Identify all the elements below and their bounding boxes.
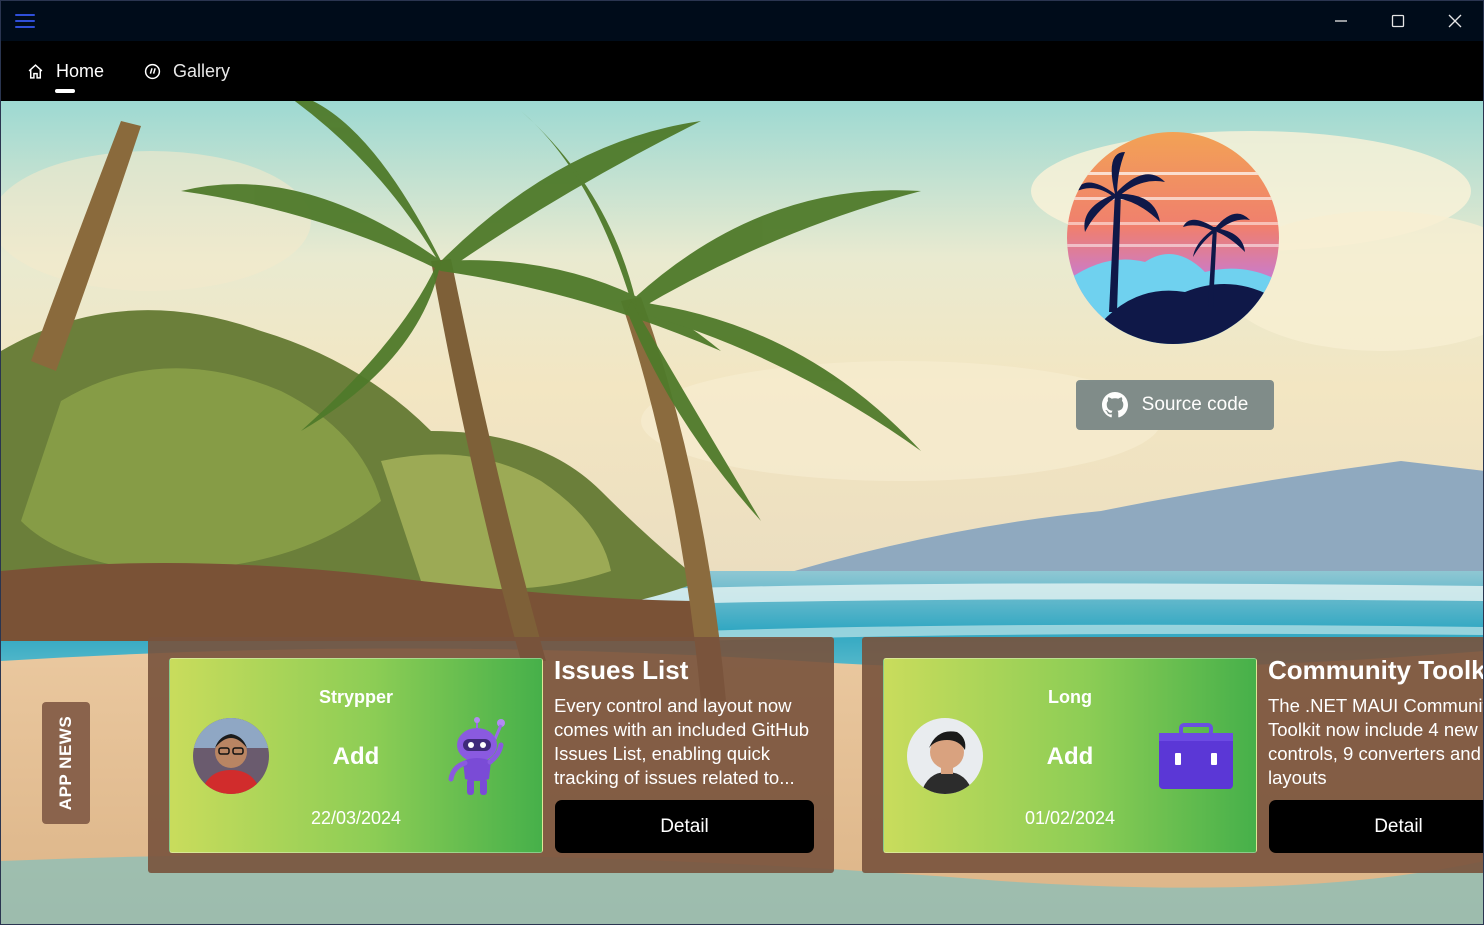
toolbox-icon: [1159, 723, 1233, 789]
app-news-label: APP NEWS: [56, 715, 75, 811]
close-icon: [1448, 14, 1461, 28]
detail-button[interactable]: Detail: [555, 800, 814, 853]
title-bar: [1, 1, 1483, 41]
gallery-icon: [144, 63, 161, 79]
card-author: Strypper: [318, 687, 394, 707]
nav-selected-indicator: [55, 89, 75, 93]
detail-button[interactable]: Detail: [1269, 800, 1483, 853]
minimize-icon: [1334, 20, 1347, 22]
window-controls: [1312, 1, 1483, 41]
news-card-summary: Long Add 01/02/2024: [883, 658, 1257, 853]
nav-item-label: Home: [56, 60, 105, 81]
maximize-icon: [1391, 14, 1404, 28]
hamburger-menu-icon[interactable]: [15, 11, 39, 31]
app-logo-icon: [1067, 132, 1279, 344]
home-icon: [28, 63, 43, 79]
source-code-label: Source code: [1141, 394, 1249, 415]
news-card-content: Community Toolkit The .NET MAUI Communit…: [1268, 655, 1484, 790]
github-icon: [1101, 392, 1128, 418]
dotnet-bot-icon: [448, 717, 505, 795]
nav-item-label: Gallery: [173, 60, 231, 81]
card-title: Community Toolkit: [1268, 655, 1484, 685]
card-description: The .NET MAUI Community Toolkit now incl…: [1268, 695, 1484, 788]
card-date: 01/02/2024: [1024, 808, 1116, 828]
card-title: Issues List: [554, 655, 689, 685]
news-card-summary: Strypper Add 22/03/2024: [169, 658, 543, 853]
app-news-tab[interactable]: APP NEWS: [42, 702, 90, 824]
close-button[interactable]: [1426, 1, 1483, 41]
news-card-content: Issues List Every control and layout now…: [554, 655, 824, 790]
maximize-button[interactable]: [1369, 1, 1426, 41]
source-code-button[interactable]: Source code: [1076, 380, 1274, 430]
nav-item-gallery[interactable]: Gallery: [144, 41, 230, 101]
app-window: Home Gallery Source code APP NEWS Strypp…: [0, 0, 1484, 925]
news-card: Strypper Add 22/03/2024 Issues List Ever…: [148, 637, 834, 873]
top-navigation: Home Gallery: [1, 41, 1483, 101]
minimize-button[interactable]: [1312, 1, 1369, 41]
card-description: Every control and layout now comes with …: [554, 695, 810, 788]
card-date: 22/03/2024: [310, 808, 402, 828]
news-card: Long Add 01/02/2024 Community Toolkit Th…: [862, 637, 1484, 873]
card-author: Long: [1048, 687, 1092, 707]
